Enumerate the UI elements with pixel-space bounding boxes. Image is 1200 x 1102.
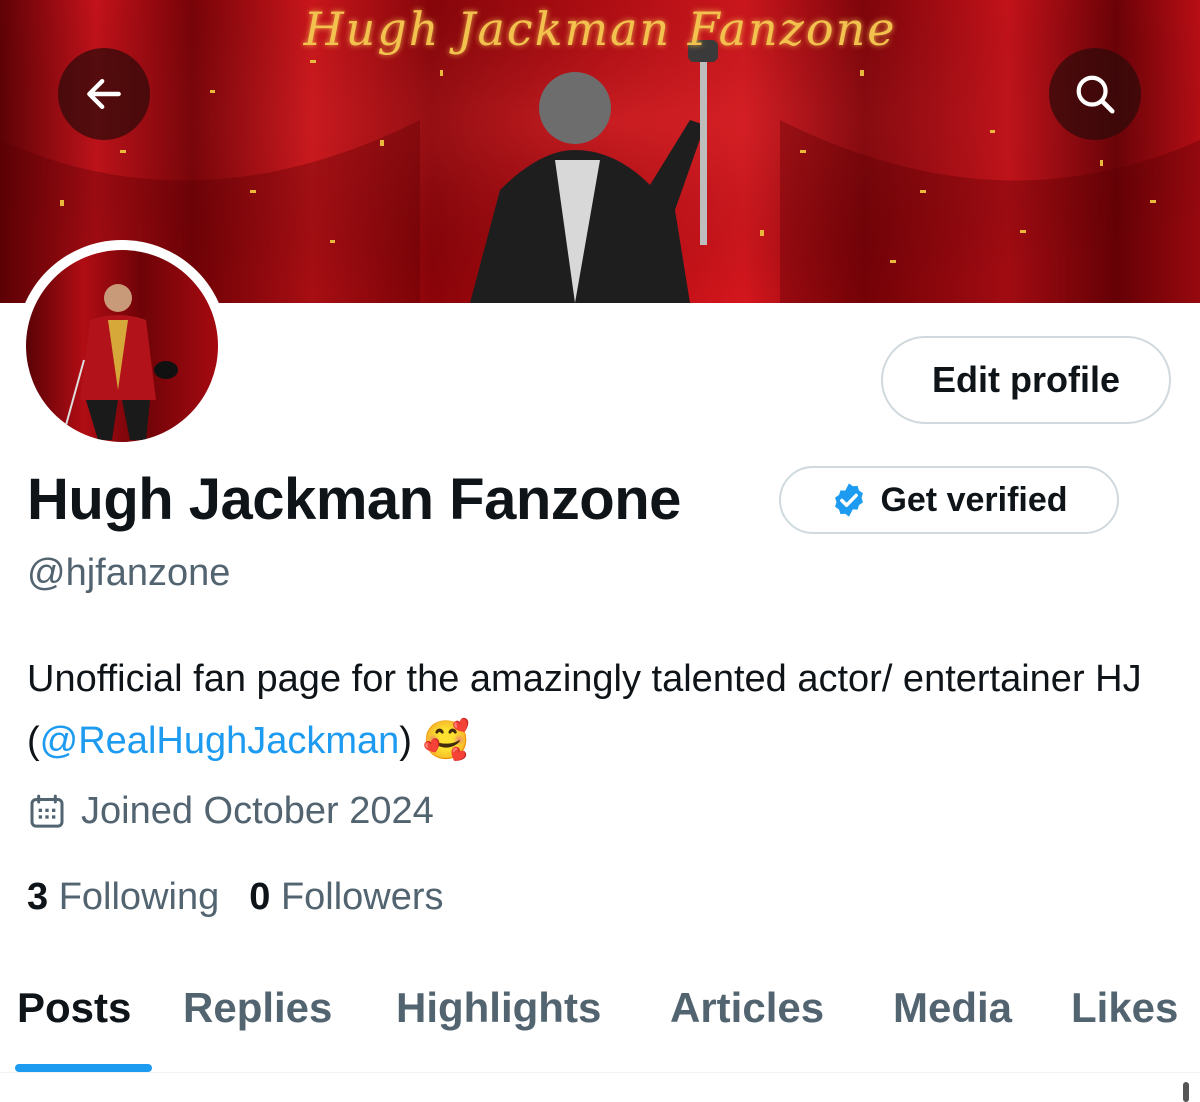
active-tab-indicator [15, 1064, 152, 1072]
follow-stats: 3 Following 0 Followers [27, 876, 444, 919]
bio-suffix: ) [399, 720, 412, 762]
avatar-image [26, 250, 218, 442]
search-icon [1076, 75, 1115, 114]
display-name: Hugh Jackman Fanzone [27, 467, 681, 532]
tab-likes[interactable]: Likes [1071, 984, 1178, 1032]
profile-bio: Unofficial fan page for the amazingly ta… [27, 648, 1177, 772]
tab-posts[interactable]: Posts [17, 984, 131, 1032]
profile-tabs: Posts Replies Highlights Articles Media … [0, 960, 1200, 1073]
avatar[interactable] [16, 240, 228, 452]
following-link[interactable]: 3 Following [27, 876, 219, 919]
bio-mention-link[interactable]: @RealHughJackman [40, 720, 400, 762]
user-handle: @hjfanzone [27, 552, 231, 594]
following-label: Following [58, 876, 220, 918]
tab-articles[interactable]: Articles [670, 984, 824, 1032]
get-verified-label: Get verified [880, 480, 1068, 519]
tab-replies[interactable]: Replies [183, 984, 332, 1032]
tab-media[interactable]: Media [893, 984, 1012, 1032]
edit-profile-button[interactable]: Edit profile [881, 336, 1171, 424]
scrollbar-thumb[interactable] [1183, 1082, 1189, 1102]
banner-title: Hugh Jackman Fanzone [303, 2, 897, 56]
get-verified-button[interactable]: Get verified [779, 466, 1119, 534]
followers-count: 0 [249, 876, 271, 918]
following-count: 3 [27, 876, 49, 918]
back-button[interactable] [58, 48, 150, 140]
followers-link[interactable]: 0 Followers [249, 876, 443, 919]
calendar-icon [30, 794, 64, 828]
search-button[interactable] [1049, 48, 1141, 140]
joined-date: Joined October 2024 [27, 790, 434, 833]
verified-badge-icon [835, 483, 864, 517]
followers-label: Followers [280, 876, 444, 918]
arrow-left-icon [87, 78, 121, 110]
tab-highlights[interactable]: Highlights [396, 984, 601, 1032]
joined-label: Joined October 2024 [81, 790, 434, 832]
smiling-face-with-hearts-emoji: 🥰 [422, 720, 470, 762]
